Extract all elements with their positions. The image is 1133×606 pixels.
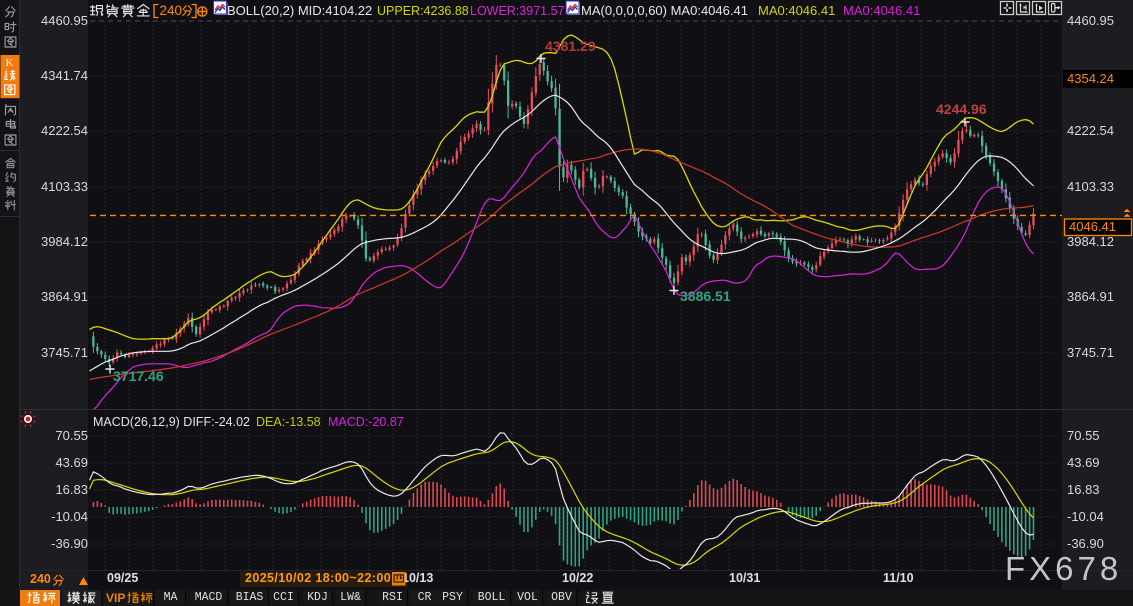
svg-text:K: K	[6, 57, 14, 69]
